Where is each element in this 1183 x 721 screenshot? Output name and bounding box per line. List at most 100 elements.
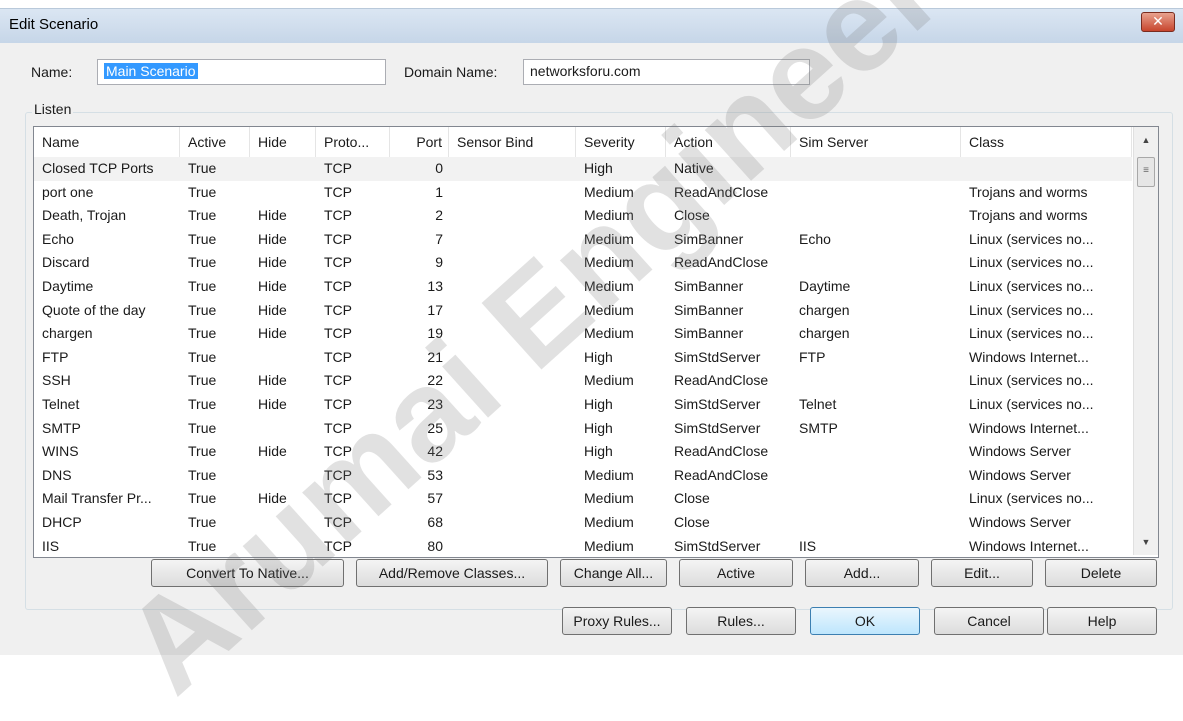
table-cell: 1 <box>435 183 443 200</box>
table-cell: Echo <box>42 230 74 247</box>
convert-to-native-button[interactable]: Convert To Native... <box>151 559 344 587</box>
table-cell: TCP <box>324 325 352 342</box>
table-row[interactable]: Echo True Hide TCP 7 Medium SimBanner Echo Linux… <box>34 228 1132 252</box>
delete-button[interactable]: Delete <box>1045 559 1157 587</box>
table-cell: True <box>188 207 217 224</box>
table-cell: Daytime <box>42 277 94 294</box>
table-cell: TCP <box>324 277 352 294</box>
table-cell: TCP <box>324 348 352 365</box>
table-cell <box>449 275 576 298</box>
table-cell: Telnet <box>42 395 80 412</box>
table-row[interactable]: Death, Trojan True Hide TCP 2 Medium Close Troj… <box>34 204 1132 228</box>
table-row[interactable]: DHCP True TCP 68 Medium Close Windows Server <box>34 511 1132 535</box>
table-cell: SimStdServer <box>674 348 761 365</box>
scroll-down-icon[interactable]: ▼ <box>1134 533 1158 551</box>
table-cell: 80 <box>427 537 443 554</box>
column-header[interactable]: Port <box>390 127 449 157</box>
table-cell: Windows Internet... <box>969 419 1089 436</box>
table-cell: TCP <box>324 419 352 436</box>
table-cell: Linux (services no... <box>969 301 1094 318</box>
table-cell: TCP <box>324 230 352 247</box>
column-header[interactable]: Action <box>666 127 791 157</box>
table-cell: chargen <box>799 325 850 342</box>
table-cell: SMTP <box>42 419 81 436</box>
table-cell: Windows Server <box>969 513 1071 530</box>
table-cell: SSH <box>42 372 71 389</box>
table-row[interactable]: Closed TCP Ports True TCP 0 High Native <box>34 157 1132 181</box>
column-header[interactable]: Proto... <box>316 127 390 157</box>
table-cell <box>449 440 576 463</box>
table-cell: True <box>188 325 217 342</box>
table-cell: SimBanner <box>674 325 744 342</box>
listen-table[interactable]: Name Active Hide Proto... Port Sensor Bind Sev… <box>33 126 1159 558</box>
table-cell <box>449 511 576 534</box>
table-cell: Medium <box>584 277 634 294</box>
rules-button[interactable]: Rules... <box>686 607 796 635</box>
table-row[interactable]: WINS True Hide TCP 42 High ReadAndClose Windows… <box>34 440 1132 464</box>
table-cell <box>449 228 576 251</box>
table-cell <box>791 487 961 510</box>
table-row[interactable]: Daytime True Hide TCP 13 Medium SimBanner Dayti… <box>34 275 1132 299</box>
table-row[interactable]: Telnet True Hide TCP 23 High SimStdServer Telne… <box>34 393 1132 417</box>
proxy-rules-button[interactable]: Proxy Rules... <box>562 607 672 635</box>
table-cell: True <box>188 372 217 389</box>
active-button[interactable]: Active <box>679 559 793 587</box>
close-button[interactable]: ✕ <box>1141 12 1175 32</box>
table-cell: Medium <box>584 537 634 554</box>
table-row[interactable]: FTP True TCP 21 High SimStdServer FTP Windows I… <box>34 346 1132 370</box>
table-cell: Hide <box>258 372 287 389</box>
add-remove-classes-button[interactable]: Add/Remove Classes... <box>356 559 548 587</box>
table-cell: Windows Internet... <box>969 537 1089 554</box>
table-cell: DNS <box>42 466 72 483</box>
column-header[interactable]: Sim Server <box>791 127 961 157</box>
table-row[interactable]: Mail Transfer Pr... True Hide TCP 57 Medium Cl… <box>34 487 1132 511</box>
column-header[interactable]: Hide <box>250 127 316 157</box>
table-row[interactable]: Quote of the day True Hide TCP 17 Medium SimBa… <box>34 299 1132 323</box>
table-row[interactable]: IIS True TCP 80 Medium SimStdServer IIS Windows… <box>34 535 1132 558</box>
table-cell: SimBanner <box>674 277 744 294</box>
table-cell: Medium <box>584 254 634 271</box>
table-cell: Medium <box>584 372 634 389</box>
table-row[interactable]: SSH True Hide TCP 22 Medium ReadAndClose Linux … <box>34 369 1132 393</box>
domain-name-label: Domain Name: <box>404 64 498 80</box>
domain-name-field[interactable]: networksforu.com <box>523 59 810 85</box>
table-row[interactable]: SMTP True TCP 25 High SimStdServer SMTP Windows… <box>34 417 1132 441</box>
table-cell <box>449 535 576 558</box>
table-cell: Medium <box>584 207 634 224</box>
table-cell: Trojans and worms <box>969 183 1088 200</box>
column-header[interactable]: Name <box>34 127 180 157</box>
table-cell: Windows Server <box>969 466 1071 483</box>
edit-button[interactable]: Edit... <box>931 559 1033 587</box>
table-cell: Daytime <box>799 277 851 294</box>
add-button[interactable]: Add... <box>805 559 919 587</box>
table-cell: WINS <box>42 443 79 460</box>
vertical-scrollbar[interactable]: ▲ ≡ ▼ <box>1133 127 1158 555</box>
table-cell: 68 <box>427 513 443 530</box>
table-row[interactable]: Discard True Hide TCP 9 Medium ReadAndClose Lin… <box>34 251 1132 275</box>
table-row[interactable]: DNS True TCP 53 Medium ReadAndClose Windows Se… <box>34 464 1132 488</box>
table-row[interactable]: chargen True Hide TCP 19 Medium SimBanner charg… <box>34 322 1132 346</box>
table-cell <box>449 369 576 392</box>
table-cell: SimBanner <box>674 301 744 318</box>
change-all-button[interactable]: Change All... <box>560 559 667 587</box>
help-button[interactable]: Help <box>1047 607 1157 635</box>
ok-button[interactable]: OK <box>810 607 920 635</box>
table-cell <box>449 487 576 510</box>
table-cell <box>791 157 961 180</box>
column-header[interactable]: Sensor Bind <box>449 127 576 157</box>
column-header[interactable]: Active <box>180 127 250 157</box>
table-cell: Hide <box>258 277 287 294</box>
table-cell: ReadAndClose <box>674 254 769 271</box>
table-cell <box>449 322 576 345</box>
scroll-up-icon[interactable]: ▲ <box>1134 131 1158 149</box>
column-header[interactable]: Severity <box>576 127 666 157</box>
name-field[interactable]: Main Scenario <box>97 59 386 85</box>
column-header[interactable]: Class <box>961 127 1132 157</box>
table-row[interactable]: port one True TCP 1 Medium ReadAndClose Trojan… <box>34 181 1132 205</box>
scroll-thumb[interactable]: ≡ <box>1137 157 1155 187</box>
table-cell: Death, Trojan <box>42 207 127 224</box>
table-cell <box>449 181 576 204</box>
table-cell: TCP <box>324 513 352 530</box>
table-cell: 53 <box>427 466 443 483</box>
cancel-button[interactable]: Cancel <box>934 607 1044 635</box>
